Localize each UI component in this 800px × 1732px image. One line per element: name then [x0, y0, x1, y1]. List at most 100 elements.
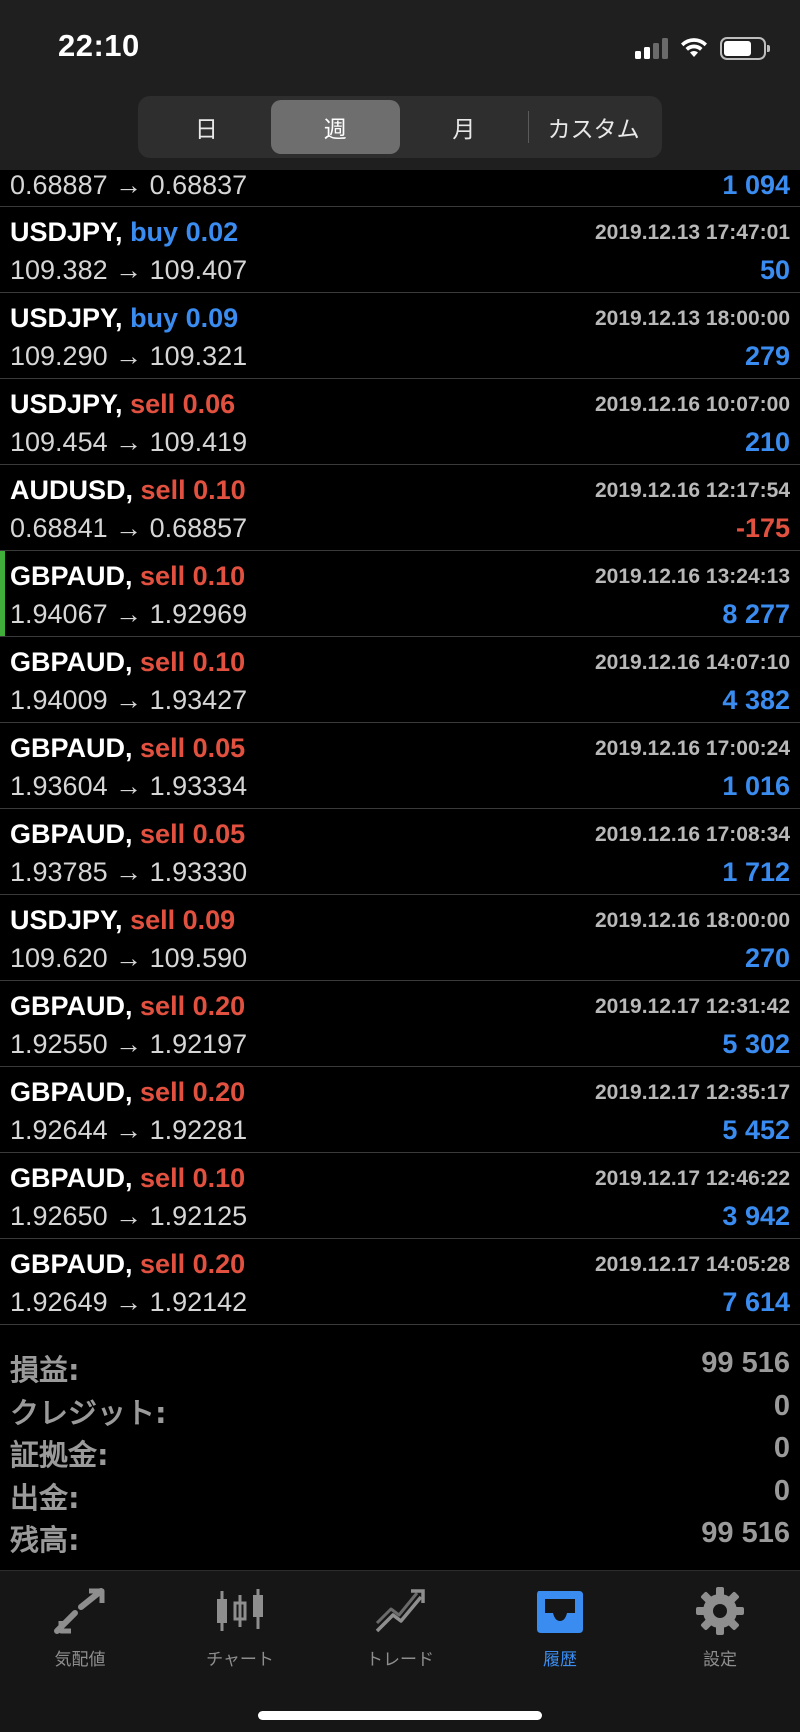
trade-volume: 0.10	[193, 475, 246, 505]
trade-symbol: GBPAUD	[10, 733, 126, 763]
trade-row[interactable]: GBPAUD, sell 0.05 2019.12.16 17:08:34 1.…	[0, 809, 800, 895]
period-tab-month[interactable]: 月	[400, 100, 529, 154]
trade-row[interactable]: GBPAUD, sell 0.20 2019.12.17 12:31:42 1.…	[0, 981, 800, 1067]
trade-history-list[interactable]: 0.68887 → 0.68837 1 094 USDJPY, buy 0.02…	[0, 170, 800, 1325]
trade-profit: 270	[744, 943, 790, 973]
trade-volume: 0.20	[192, 1077, 246, 1107]
trade-symbol: GBPAUD	[10, 561, 126, 591]
trade-prices: 109.290 → 109.321	[10, 341, 248, 371]
home-indicator[interactable]	[258, 1711, 542, 1720]
chart-icon	[210, 1585, 270, 1637]
trade-datetime: 2019.12.17 12:31:42	[595, 995, 790, 1018]
trade-volume: 0.05	[192, 819, 246, 849]
trade-prices: 1.92644 → 1.92281	[10, 1115, 248, 1145]
status-time: 22:10	[58, 28, 140, 63]
summary-row-profit: 損益: 99 516	[0, 1347, 800, 1390]
trade-profit: 7 614	[722, 1287, 790, 1317]
trade-symbol: GBPAUD	[10, 819, 126, 849]
trade-profit: 3 942	[722, 1201, 790, 1231]
trade-prices: 109.454 → 109.419	[10, 427, 248, 457]
trade-row[interactable]: GBPAUD, sell 0.10 2019.12.16 14:07:10 1.…	[0, 637, 800, 723]
tab-chart[interactable]: チャート	[160, 1585, 320, 1670]
trade-volume: 0.10	[192, 1163, 246, 1193]
tab-history[interactable]: 履歴	[480, 1585, 640, 1670]
trade-symbol-line: AUDUSD, sell 0.10	[10, 475, 246, 506]
trade-row[interactable]: USDJPY, buy 0.02 2019.12.13 17:47:01 109…	[0, 207, 800, 293]
quotes-icon	[50, 1585, 110, 1637]
trade-volume: 0.09	[182, 905, 236, 935]
period-tab-week[interactable]: 週	[270, 100, 400, 154]
tab-label: 履歴	[543, 1650, 577, 1670]
trade-row[interactable]: GBPAUD, sell 0.05 2019.12.16 17:00:24 1.…	[0, 723, 800, 809]
symbol-separator: ,	[125, 1163, 141, 1193]
trade-profit: 1 094	[722, 170, 790, 200]
trade-volume: 0.10	[192, 647, 246, 677]
period-tab-custom[interactable]: カスタム	[529, 100, 658, 154]
trade-side: sell	[140, 647, 186, 677]
trade-row[interactable]: GBPAUD, sell 0.10 2019.12.16 13:24:13 1.…	[0, 551, 800, 637]
trade-symbol: GBPAUD	[10, 647, 126, 677]
trade-datetime: 2019.12.16 10:07:00	[595, 393, 790, 416]
summary-value: 0	[773, 1389, 790, 1422]
summary-value: 0	[773, 1474, 790, 1507]
trade-side-space	[185, 1249, 193, 1279]
summary-label: 損益:	[10, 1353, 80, 1387]
trade-volume: 0.06	[182, 389, 236, 419]
trade-symbol-line: GBPAUD, sell 0.20	[10, 991, 245, 1022]
trade-row[interactable]: GBPAUD, sell 0.20 2019.12.17 12:35:17 1.…	[0, 1067, 800, 1153]
summary-label: 出金:	[10, 1480, 80, 1515]
tab-settings[interactable]: 設定	[640, 1585, 800, 1670]
summary-row-credit: クレジット: 0	[0, 1390, 800, 1433]
trade-symbol-line: GBPAUD, sell 0.20	[10, 1249, 245, 1280]
trade-side-space	[185, 733, 193, 763]
trade-symbol-line: USDJPY, sell 0.09	[10, 905, 235, 936]
symbol-separator: ,	[125, 819, 141, 849]
trade-datetime: 2019.12.17 12:35:17	[595, 1081, 790, 1104]
top-header: 22:10 日 週 月 カスタム	[0, 0, 800, 170]
summary-value: 99 516	[701, 1347, 790, 1379]
trade-prices: 1.93785 → 1.93330	[10, 857, 248, 887]
period-tab-day[interactable]: 日	[142, 100, 271, 154]
summary-value: 0	[773, 1432, 790, 1464]
trade-volume: 0.09	[185, 303, 239, 333]
trade-volume: 0.20	[192, 991, 246, 1021]
bottom-tab-bar: 気配値 チャート トレード 履歴 設定	[0, 1570, 800, 1732]
trade-volume: 0.02	[185, 217, 239, 247]
trade-row[interactable]: GBPAUD, sell 0.10 2019.12.17 12:46:22 1.…	[0, 1153, 800, 1239]
trade-side-space	[185, 1077, 193, 1107]
trade-row[interactable]: USDJPY, sell 0.06 2019.12.16 10:07:00 10…	[0, 379, 800, 465]
trade-row-partial[interactable]: 0.68887 → 0.68837 1 094	[0, 170, 800, 207]
trade-row[interactable]: GBPAUD, sell 0.20 2019.12.17 14:05:28 1.…	[0, 1239, 800, 1325]
tab-label: 気配値	[54, 1650, 106, 1670]
trade-prices: 0.68841 → 0.68857	[10, 513, 248, 543]
trade-row[interactable]: AUDUSD, sell 0.10 2019.12.16 12:17:54 0.…	[0, 465, 800, 551]
trade-profit: -175	[735, 513, 790, 543]
trade-side: sell	[140, 819, 186, 849]
trade-volume: 0.05	[192, 733, 246, 763]
symbol-separator: ,	[125, 561, 141, 591]
settings-gear-icon	[690, 1585, 750, 1637]
trade-symbol-line: GBPAUD, sell 0.10	[10, 647, 245, 678]
trade-profit: 1 016	[722, 771, 790, 801]
trade-symbol: GBPAUD	[10, 991, 126, 1021]
trade-profit: 8 277	[722, 599, 790, 629]
trade-datetime: 2019.12.16 18:00:00	[595, 909, 790, 932]
trade-symbol: USDJPY	[10, 217, 116, 247]
summary-row-withdrawal: 出金: 0	[0, 1475, 800, 1518]
trade-prices: 1.92550 → 1.92197	[10, 1029, 248, 1059]
tab-label: トレード	[366, 1650, 434, 1670]
wifi-icon	[681, 38, 707, 57]
trade-symbol-line: GBPAUD, sell 0.10	[10, 1163, 245, 1194]
trade-row[interactable]: USDJPY, sell 0.09 2019.12.16 18:00:00 10…	[0, 895, 800, 981]
trade-side: sell	[140, 561, 186, 591]
tab-trade[interactable]: トレード	[320, 1585, 480, 1670]
trade-side-space	[185, 647, 193, 677]
trade-symbol-line: GBPAUD, sell 0.20	[10, 1077, 245, 1108]
trade-side-space	[178, 217, 186, 247]
trade-row[interactable]: USDJPY, buy 0.09 2019.12.13 18:00:00 109…	[0, 293, 800, 379]
tab-quotes[interactable]: 気配値	[0, 1585, 160, 1670]
trade-datetime: 2019.12.17 12:46:22	[595, 1167, 790, 1190]
trade-side: sell	[140, 1163, 186, 1193]
cellular-signal-icon	[635, 37, 668, 59]
battery-icon	[720, 36, 770, 60]
